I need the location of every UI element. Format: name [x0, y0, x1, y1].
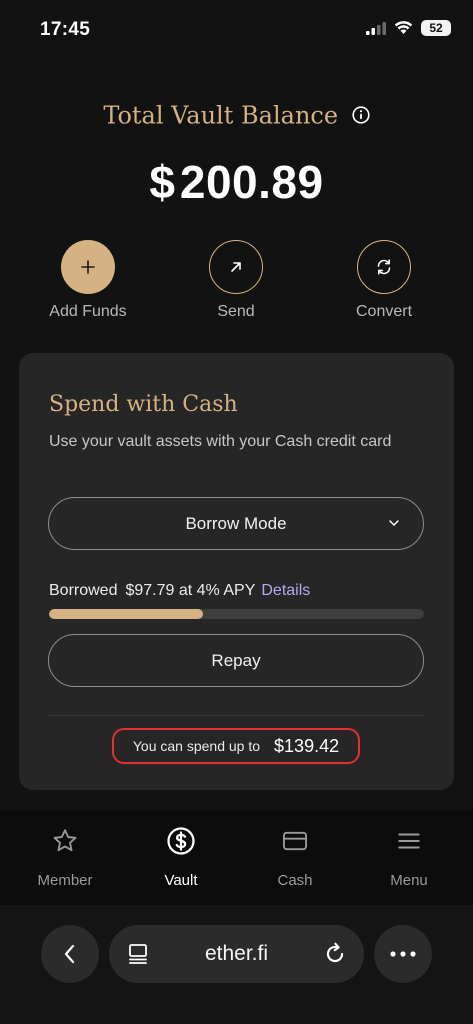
nav-item-member[interactable]: Member [10, 826, 120, 889]
nav-label-cash: Cash [277, 872, 313, 889]
status-bar: 17:45 52 [0, 0, 473, 58]
details-link[interactable]: Details [261, 582, 310, 599]
chevron-left-icon [64, 944, 75, 964]
address-bar[interactable]: ether.fi [109, 925, 364, 983]
nav-label-menu: Menu [390, 872, 428, 889]
more-dots-icon [390, 951, 416, 957]
plus-icon [81, 260, 95, 274]
mode-selected-value: Borrow Mode [185, 513, 287, 533]
borrow-progress-fill [49, 609, 203, 619]
convert-arrows-icon [377, 259, 391, 275]
arrow-up-right-icon [231, 262, 241, 272]
status-time: 17:45 [40, 19, 91, 40]
mode-dropdown[interactable]: Borrow Mode [48, 497, 424, 550]
browser-toolbar: ether.fi [0, 905, 473, 1024]
borrowed-summary: Borrowed $97.79 at 4% APY Details [49, 582, 310, 600]
wifi-icon [394, 21, 413, 34]
send-circle[interactable] [209, 240, 263, 294]
repay-button[interactable]: Repay [48, 634, 424, 687]
star-icon [53, 829, 77, 852]
status-icons: 52 [366, 20, 451, 36]
battery-indicator: 52 [421, 20, 451, 36]
add-funds-button[interactable]: Add Funds [28, 240, 148, 321]
spend-limit-value: $139.42 [274, 735, 340, 756]
card-description: Use your vault assets with your Cash cre… [49, 433, 392, 450]
spend-limit-label: You can spend up to [132, 738, 261, 754]
send-button[interactable]: Send [176, 240, 296, 321]
nav-item-menu[interactable]: Menu [354, 826, 464, 889]
borrowed-amount: $97.79 at 4% APY [125, 582, 256, 599]
cellular-signal-icon [366, 21, 386, 35]
hamburger-menu-icon [398, 833, 420, 849]
info-icon[interactable] [352, 102, 370, 130]
borrowed-label: Borrowed [49, 582, 118, 599]
add-funds-label: Add Funds [49, 303, 127, 320]
browser-back-button[interactable] [41, 925, 99, 983]
balance-title: Total Vault Balance [0, 100, 473, 130]
convert-button[interactable]: Convert [324, 240, 444, 321]
balance-title-text: Total Vault Balance [103, 101, 339, 130]
borrow-progress-bar [49, 609, 424, 619]
reload-icon[interactable] [322, 941, 348, 967]
balance-currency: $ [149, 156, 176, 208]
dollar-circle-icon [167, 827, 195, 855]
quick-actions: Add Funds Send Convert [0, 240, 473, 330]
browser-more-button[interactable] [374, 925, 432, 983]
divider [49, 715, 424, 716]
balance-value: 200.89 [179, 156, 324, 208]
repay-label: Repay [211, 650, 261, 670]
nav-item-vault[interactable]: Vault [126, 826, 236, 889]
send-label: Send [217, 303, 255, 320]
balance-amount: $ 200.89 [0, 155, 473, 209]
convert-label: Convert [355, 303, 413, 320]
nav-item-cash[interactable]: Cash [240, 826, 350, 889]
spend-limit-badge: You can spend up to $139.42 [112, 728, 360, 764]
chevron-down-icon [389, 520, 399, 526]
convert-circle[interactable] [357, 240, 411, 294]
bottom-nav: Member Vault Cash Menu [0, 810, 473, 905]
add-funds-circle[interactable] [61, 240, 115, 294]
credit-card-icon [282, 831, 308, 851]
spend-with-cash-card: Spend with Cash Use your vault assets wi… [19, 353, 454, 790]
nav-label-member: Member [37, 872, 93, 889]
card-title: Spend with Cash [49, 392, 238, 417]
nav-label-vault: Vault [164, 872, 198, 889]
